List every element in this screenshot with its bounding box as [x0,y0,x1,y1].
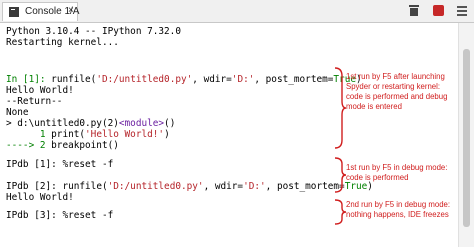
input-prompt: In [ [6,74,29,85]
close-tab-icon[interactable]: × [68,5,74,16]
input-prompt-end: ]: [34,74,52,85]
ipdb-prompt: IPdb [2]: [6,181,63,192]
string-arg: 'D:' [243,181,266,192]
input-line-1: In [1]: runfile('D:/untitled0.py', wdir=… [6,74,362,85]
trace-prefix: > d:\untitled0.py(2) [6,118,119,129]
traceback-line: > d:\untitled0.py(2)<module>() [6,118,175,129]
output-line: None [6,107,29,118]
console-banner-line: Python 3.10.4 -- IPython 7.32.0 [6,26,181,37]
output-line: Hello World! [6,85,74,96]
source-end: ) [164,129,170,140]
trace-module: <module> [118,118,165,129]
trash-icon[interactable] [408,4,420,17]
string-arg: 'D:/untitled0.py' [107,181,204,192]
current-line-arrow: ----> 2 [6,140,52,151]
source-string: 'Hello World!' [85,129,165,140]
source-call: breakpoint() [51,140,119,151]
annotation-first-run: 1st run by F5 after launching Spyder or r… [346,72,448,111]
annotation-brace [334,67,347,149]
stop-icon[interactable] [433,4,445,17]
ipdb-line-2: IPdb [2]: runfile('D:/untitled0.py', wdi… [6,181,373,192]
source-call: print( [51,129,86,140]
vertical-scrollbar[interactable] [458,23,474,247]
source-line-2: ----> 2 breakpoint() [6,140,119,151]
hamburger-menu-icon[interactable] [456,4,468,17]
string-arg: 'D:' [231,74,255,85]
ipdb-line-3: IPdb [3]: %reset -f [6,210,113,221]
annotation-brace [334,199,347,225]
string-arg: 'D:/untitled0.py' [96,74,193,85]
annotation-brace [334,157,347,193]
ipython-console[interactable]: Python 3.10.4 -- IPython 7.32.0 Restarti… [0,23,458,247]
console-icon [9,7,19,17]
line-number: 1 [6,129,52,140]
tab-console-1a[interactable]: Console 1/A × [2,2,79,21]
ipdb-line-1: IPdb [1]: %reset -f [6,159,114,170]
console-tab-bar: Console 1/A × [0,0,474,23]
command: runfile( [62,181,108,192]
arg-sep: , wdir= [203,181,244,192]
output-line: --Return-- [6,96,63,107]
source-line-1: 1 print('Hello World!') [6,129,170,140]
command: %reset -f [62,210,114,221]
trace-suffix: () [164,118,176,129]
arg-sep: , wdir= [192,74,232,85]
command: runfile( [51,74,97,85]
output-line: Hello World! [6,192,74,203]
annotation-debug-second-run: 2nd run by F5 in debug mode: nothing happ… [346,200,451,219]
console-banner-line: Restarting kernel... [6,37,119,48]
scrollbar-thumb[interactable] [463,49,470,227]
annotation-debug-first-run: 1st run by F5 in debug mode: code is perf… [346,163,448,182]
arg-sep: , post_mortem= [254,74,334,85]
ipdb-prompt: IPdb [3]: [6,210,63,221]
